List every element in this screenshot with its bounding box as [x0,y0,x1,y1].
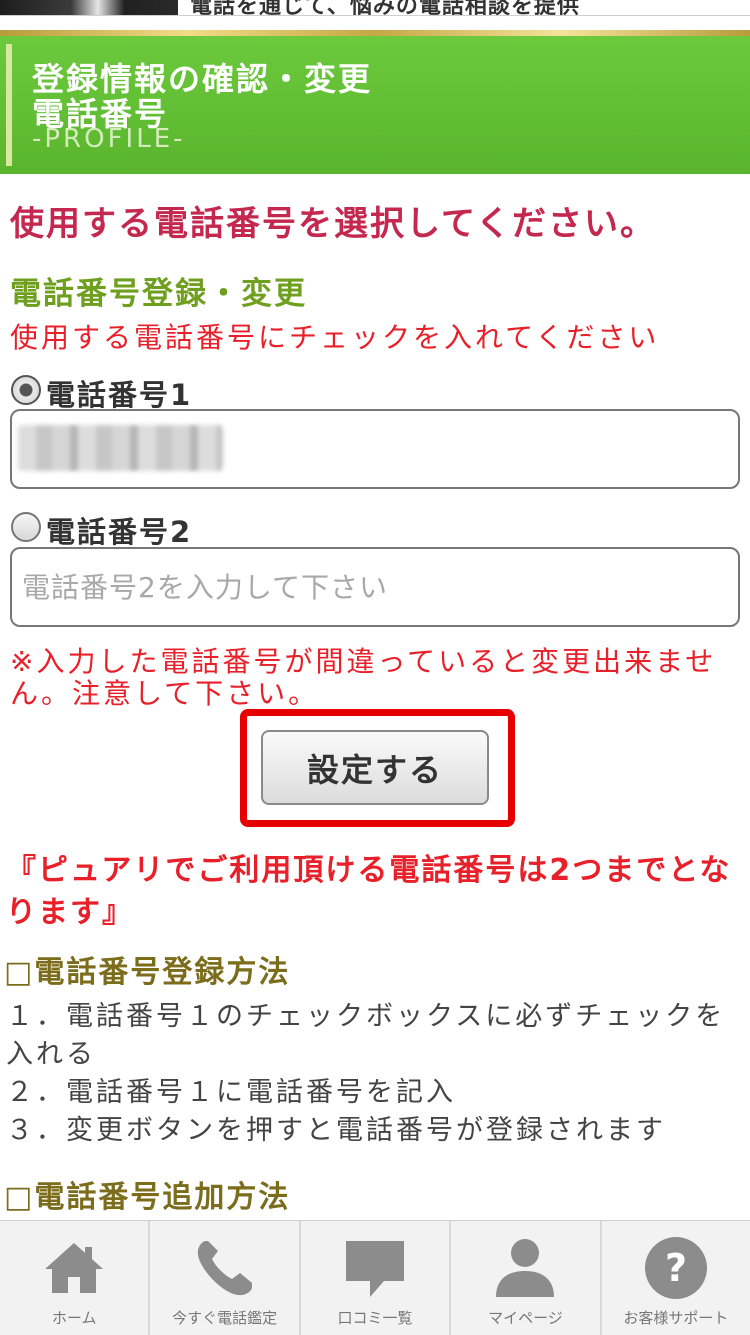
nav-mypage[interactable]: マイページ [451,1221,602,1335]
nav-support[interactable]: ? お客様サポート [602,1221,750,1335]
speech-bubble-icon [346,1241,405,1297]
home-icon [45,1243,104,1293]
section-title: 電話番号登録・変更 [10,276,307,312]
page-header: 登録情報の確認・変更 電話番号 -PROFILE- [0,36,750,174]
nav-reviews[interactable]: 口コミ一覧 [301,1221,452,1335]
banner-photo [0,0,178,16]
phone-icon [197,1241,252,1296]
notice-text: ※入力した電話番号が間違っていると変更出来ません。注意して下さい。 [10,645,717,710]
nav-phone-label: 今すぐ電話鑑定 [172,1309,278,1327]
nav-mypage-label: マイページ [488,1309,563,1327]
nav-support-label: お客様サポート [623,1309,729,1327]
nav-home-label: ホーム [51,1309,97,1327]
bottom-nav: ホーム 今すぐ電話鑑定 口コミ一覧 マイページ ? お客様サポート [0,1220,750,1335]
step-item: １．電話番号１のチェックボックスに必ずチェックを入れる [6,1001,726,1070]
phone1-redacted-value [18,425,223,471]
nav-reviews-label: 口コミ一覧 [337,1309,413,1327]
nav-home[interactable]: ホーム [0,1221,151,1335]
banner-text: 電話を通じて、悩みの電話相談を提供 [190,0,580,19]
user-icon [496,1239,555,1297]
step-item: ３．変更ボタンを押すと電話番号が登録されます [6,1115,666,1146]
top-banner: 電話を通じて、悩みの電話相談を提供 [0,0,750,30]
page-section-label: -PROFILE- [32,124,186,154]
step-item: ２．電話番号１に電話番号を記入 [6,1077,456,1108]
nav-phone-reading[interactable]: 今すぐ電話鑑定 [150,1221,301,1335]
help-icon: ? [644,1237,707,1299]
phone2-input[interactable] [10,547,740,627]
policy-text: 『ピュアリでご利用頂ける電話番号は2つまでとなります』 [6,853,732,930]
phone2-radio[interactable] [11,512,41,542]
phone1-radio[interactable] [11,375,41,405]
addition-method-title: □電話番号追加方法 [4,1180,291,1215]
phone1-label: 電話番号1 [46,378,193,412]
registration-method-title: □電話番号登録方法 [4,955,291,990]
header-accent-bar [6,44,12,166]
instruction-text: 使用する電話番号にチェックを入れてください [10,321,660,354]
phone2-label: 電話番号2 [46,515,193,549]
divider [0,15,750,16]
main-heading: 使用する電話番号を選択してください。 [10,204,656,244]
submit-button[interactable]: 設定する [261,730,489,805]
svg-text:?: ? [665,1246,687,1290]
